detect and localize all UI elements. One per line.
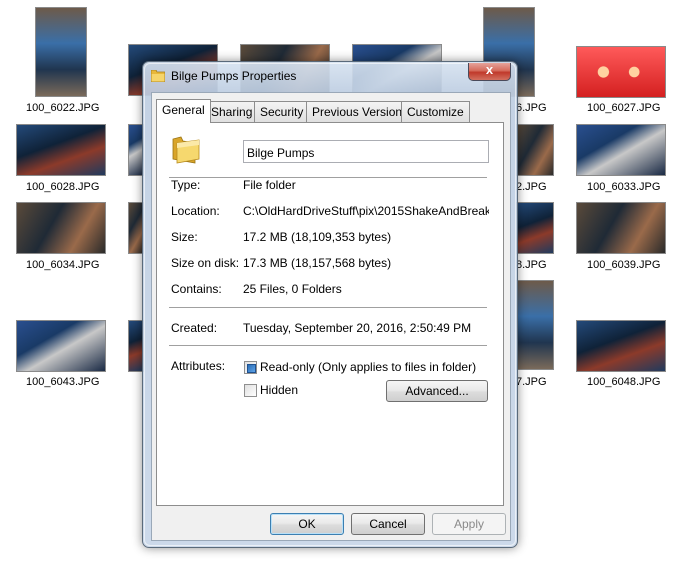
size-on-disk-value: 17.3 MB (18,157,568 bytes) (243, 256, 392, 270)
tab-customize[interactable]: Customize (401, 101, 470, 122)
thumbnail-caption: 6.JPG (516, 102, 547, 114)
dialog-title: Bilge Pumps Properties (171, 69, 297, 83)
ok-button[interactable]: OK (270, 513, 344, 535)
size-label: Size: (171, 230, 198, 244)
dialog-client-area: General Sharing Security Previous Versio… (151, 92, 511, 541)
thumbnail-caption: 2.JPG (516, 181, 547, 193)
thumbnail-image (35, 7, 87, 97)
thumbnail-image (576, 46, 666, 98)
type-label: Type: (171, 178, 201, 192)
thumbnail-caption: 7.JPG (516, 376, 547, 388)
readonly-checkbox[interactable] (244, 361, 257, 374)
properties-dialog: Bilge Pumps Properties x General Sharing… (142, 61, 518, 548)
thumbnail-image (16, 320, 106, 372)
tab-security[interactable]: Security (254, 101, 310, 122)
separator (169, 177, 487, 179)
close-icon: x (485, 62, 494, 77)
thumbnail-caption: 100_6048.JPG (587, 376, 661, 388)
general-tab-panel: Type: File folder Location: C:\OldHardDr… (156, 122, 504, 506)
advanced-button[interactable]: Advanced... (386, 380, 488, 402)
created-value: Tuesday, September 20, 2016, 2:50:49 PM (243, 321, 472, 335)
close-button[interactable]: x (468, 62, 511, 81)
separator (169, 345, 487, 347)
thumbnail-caption: 100_6043.JPG (26, 376, 100, 388)
thumbnail-image (576, 202, 666, 254)
size-value: 17.2 MB (18,109,353 bytes) (243, 230, 392, 244)
folder-icon (151, 70, 165, 82)
thumbnail-caption: 100_6039.JPG (587, 259, 661, 271)
contains-label: Contains: (171, 282, 222, 296)
created-label: Created: (171, 321, 218, 335)
tab-general[interactable]: General (156, 99, 211, 123)
attributes-label: Attributes: (171, 359, 226, 373)
readonly-label[interactable]: Read-only (Only applies to files in fold… (260, 360, 476, 374)
contains-value: 25 Files, 0 Folders (243, 282, 342, 296)
thumbnail-caption: 100_6034.JPG (26, 259, 100, 271)
thumbnail-image (576, 320, 666, 372)
thumbnail-caption: 100_6027.JPG (587, 102, 661, 114)
thumbnail-image (516, 124, 554, 176)
size-on-disk-label: Size on disk: (171, 256, 240, 270)
apply-button[interactable]: Apply (432, 513, 506, 535)
thumbnail-caption: 100_6022.JPG (26, 102, 100, 114)
thumbnail-caption: 100_6033.JPG (587, 181, 661, 193)
location-label: Location: (171, 204, 220, 218)
cancel-button[interactable]: Cancel (351, 513, 425, 535)
type-value: File folder (243, 178, 296, 192)
separator (169, 307, 487, 309)
folder-icon (172, 136, 200, 164)
location-value: C:\OldHardDriveStuff\pix\2015ShakeAndBre… (243, 204, 489, 218)
thumbnail-image (16, 202, 106, 254)
thumbnail-image (516, 280, 554, 370)
hidden-checkbox[interactable] (244, 384, 257, 397)
thumbnail-caption: 8.JPG (516, 259, 547, 271)
thumbnail-image (16, 124, 106, 176)
folder-name-input[interactable] (243, 140, 489, 163)
tab-previous-versions[interactable]: Previous Versions (306, 101, 415, 122)
thumbnail-caption: 100_6028.JPG (26, 181, 100, 193)
thumbnail-image (516, 202, 554, 254)
hidden-label[interactable]: Hidden (260, 383, 298, 397)
tab-sharing[interactable]: Sharing (205, 101, 259, 122)
thumbnail-image (576, 124, 666, 176)
